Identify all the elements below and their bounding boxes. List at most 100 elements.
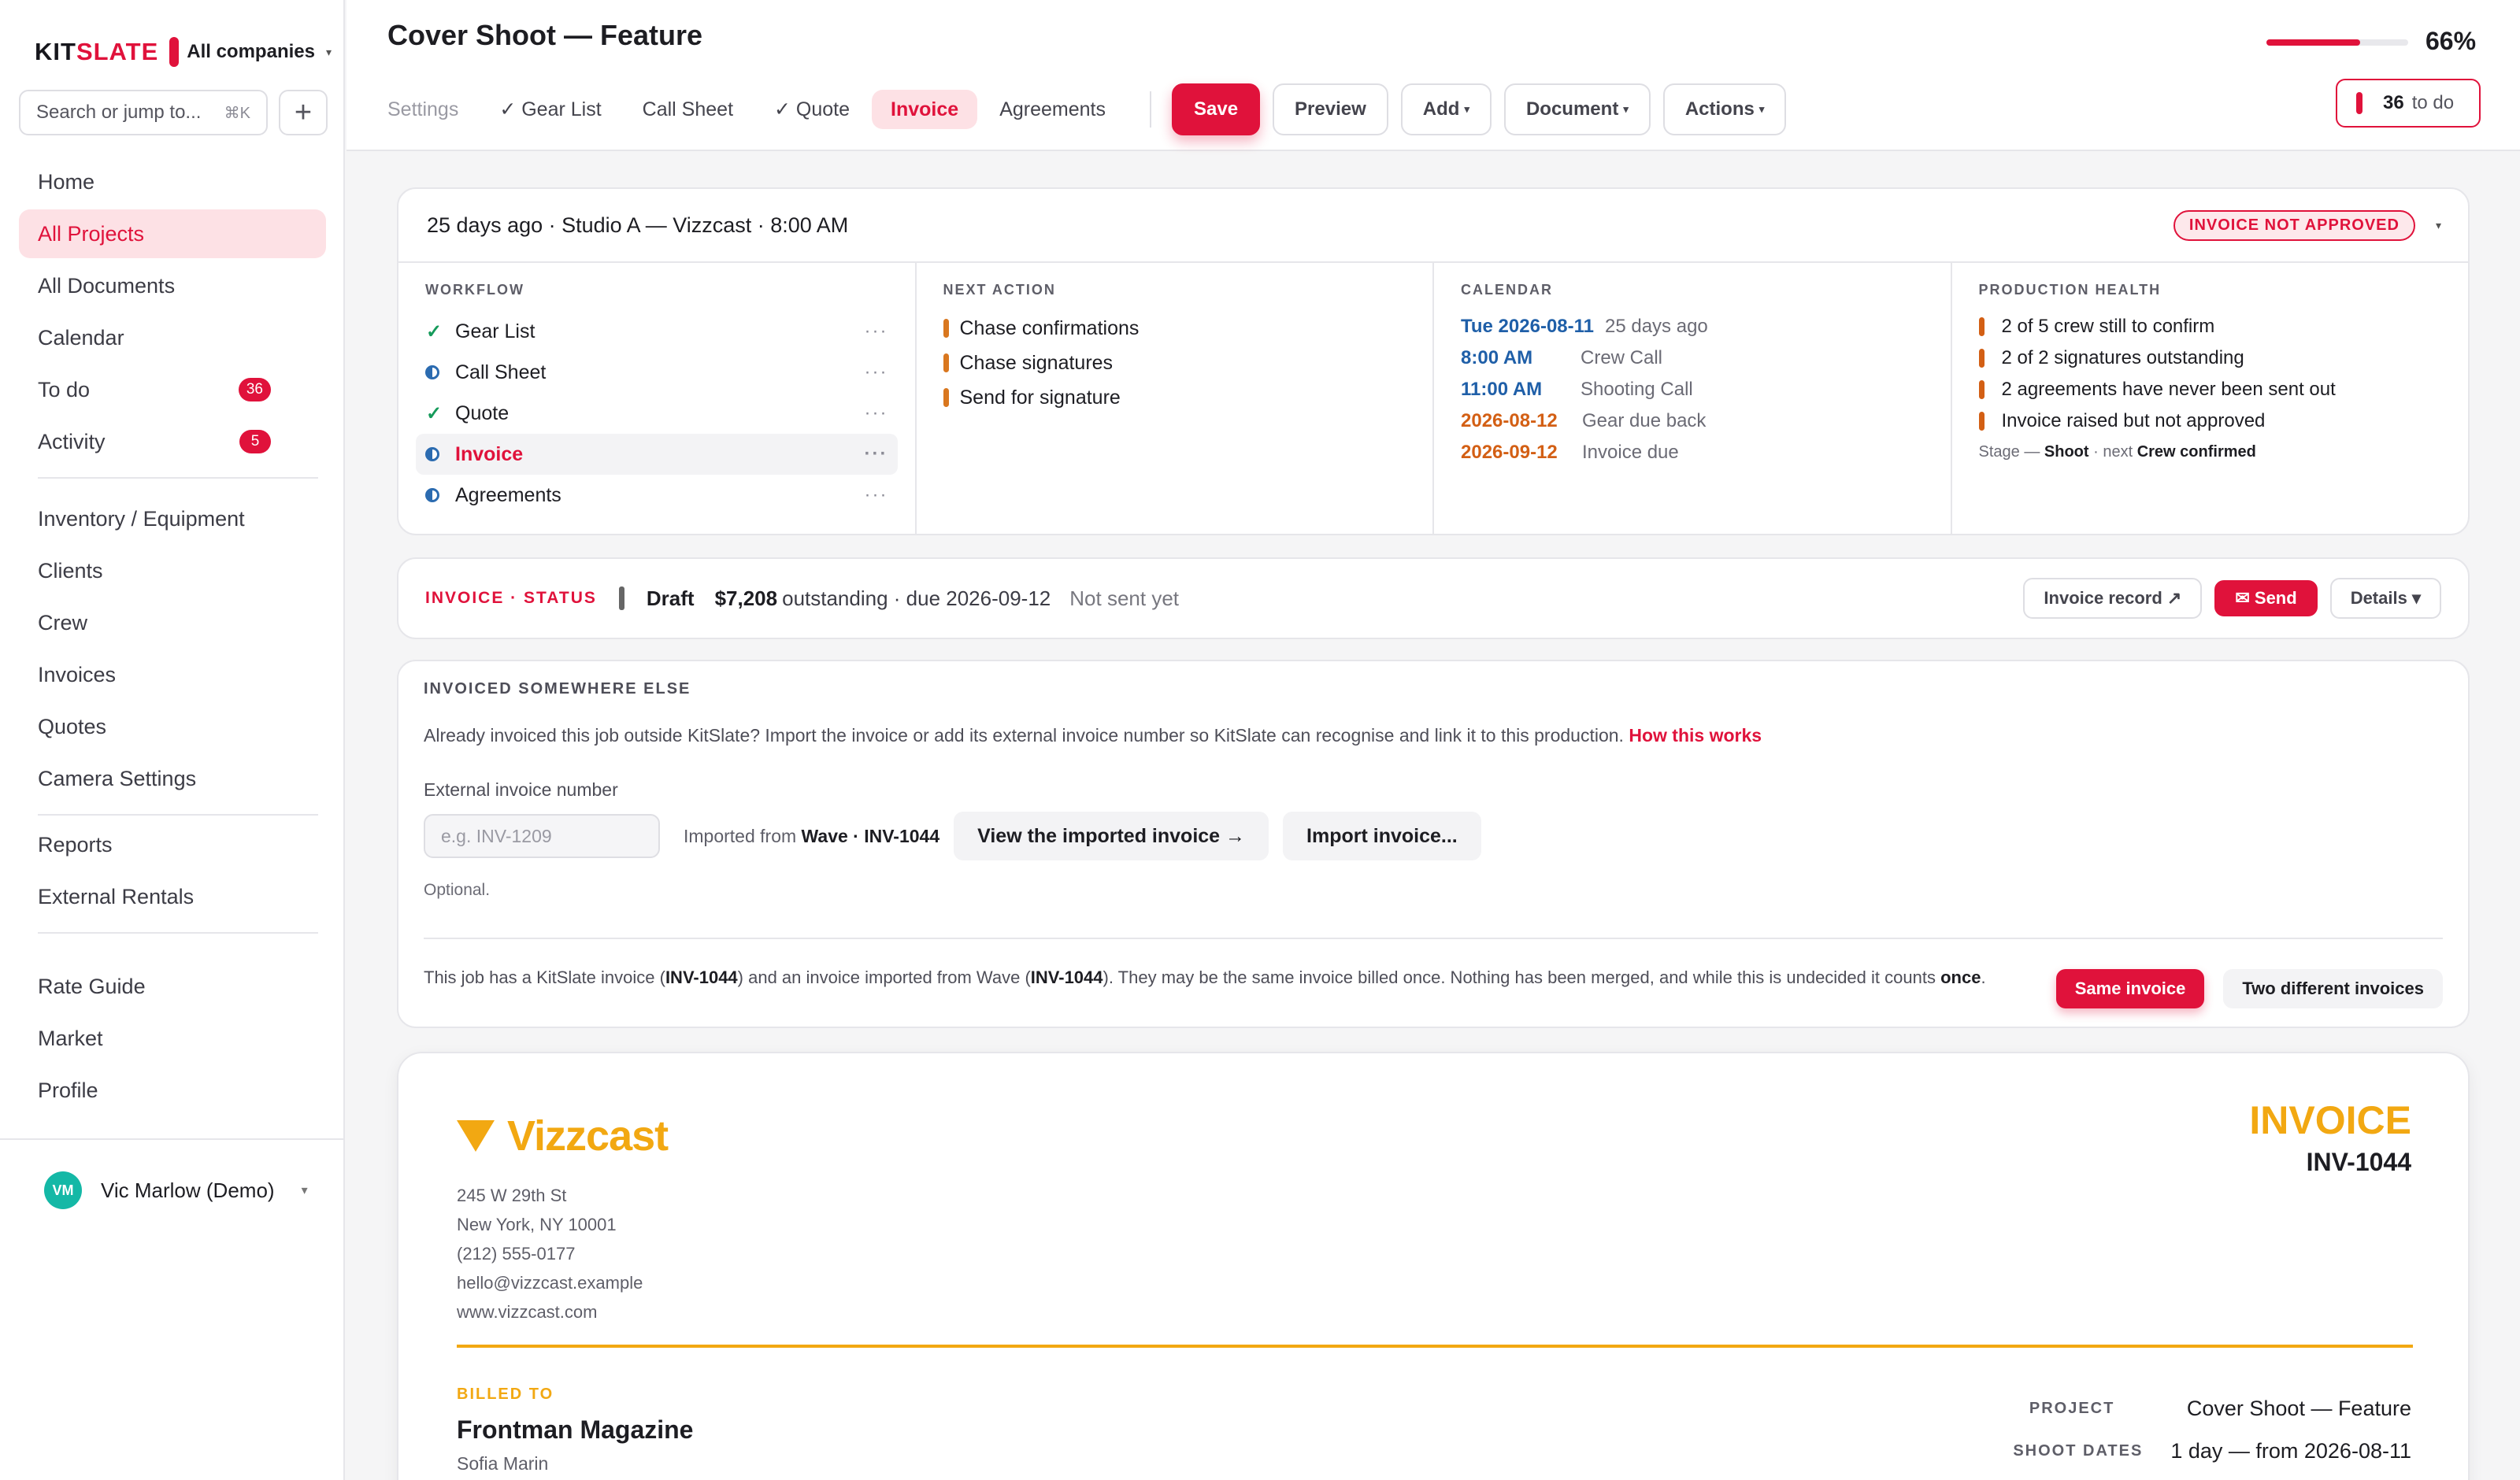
calendar-date: 2026-08-12 bbox=[1461, 410, 1558, 431]
warning-marker bbox=[1978, 317, 1984, 336]
duplicate-notice-text: This job has a KitSlate invoice (INV-104… bbox=[424, 968, 1986, 987]
todo-count: 36 bbox=[2383, 92, 2404, 113]
tab-call-sheet[interactable]: Call Sheet bbox=[624, 90, 752, 129]
invoice-sent-status: Not sent yet bbox=[1069, 586, 1179, 610]
save-button[interactable]: Save bbox=[1171, 83, 1261, 135]
more-icon[interactable]: ··· bbox=[865, 320, 888, 342]
create-button[interactable]: + bbox=[279, 90, 328, 135]
more-icon[interactable]: ··· bbox=[865, 484, 888, 506]
user-menu[interactable]: VM Vic Marlow (Demo) ▾ bbox=[0, 1138, 345, 1241]
preview-button[interactable]: Preview bbox=[1273, 83, 1388, 135]
add-menu-button[interactable]: Add ▾ bbox=[1400, 83, 1492, 135]
workflow-item-invoice[interactable]: Invoice ··· bbox=[416, 434, 898, 475]
calendar-event: Gear due back bbox=[1582, 410, 1707, 431]
sidebar-item-label: To do bbox=[38, 377, 91, 401]
sidebar-item-crew[interactable]: Crew bbox=[19, 598, 326, 647]
search-input[interactable]: Search or jump to... ⌘K bbox=[19, 90, 268, 135]
same-invoice-button[interactable]: Same invoice bbox=[2055, 969, 2205, 1008]
calendar-entry: 2026-08-12 Gear due back bbox=[1461, 405, 1924, 437]
sidebar-item-rate-guide[interactable]: Rate Guide bbox=[19, 962, 326, 1011]
more-icon[interactable]: ··· bbox=[865, 361, 888, 383]
workflow-item-gear-list[interactable]: ✓ Gear List ··· bbox=[416, 311, 898, 352]
sidebar-item-label: Quotes bbox=[38, 714, 107, 738]
more-icon[interactable]: ··· bbox=[865, 443, 888, 465]
external-invoice-number-label: External invoice number bbox=[424, 779, 618, 800]
tab-invoice[interactable]: Invoice bbox=[872, 90, 978, 129]
sidebar-item-inventory-equipment[interactable]: Inventory / Equipment bbox=[19, 494, 326, 543]
count-badge: 36 bbox=[238, 378, 271, 401]
workflow-item-label: Agreements bbox=[455, 483, 561, 506]
how-this-works-link[interactable]: How this works bbox=[1629, 725, 1762, 746]
project-tabs: Settings ✓ Gear List Call Sheet ✓ Quote Invo… bbox=[387, 83, 1799, 135]
sidebar-item-market[interactable]: Market bbox=[19, 1014, 326, 1063]
sidebar-item-reports[interactable]: Reports bbox=[19, 820, 326, 869]
company-switcher[interactable]: KITSLATE All companies ▾ bbox=[35, 35, 332, 69]
search-row: Search or jump to... ⌘K + bbox=[19, 90, 328, 135]
sidebar-item-all-documents[interactable]: All Documents bbox=[19, 261, 326, 310]
add-menu-label: Add bbox=[1422, 98, 1460, 120]
sidebar-item-calendar[interactable]: Calendar bbox=[19, 313, 326, 362]
completion-progress-fill bbox=[2266, 39, 2360, 46]
calendar-title: CALENDAR bbox=[1461, 282, 1553, 298]
half-circle-icon bbox=[425, 488, 439, 502]
warning-marker bbox=[943, 319, 949, 338]
invoice-record-button[interactable]: Invoice record ↗ bbox=[2023, 578, 2203, 619]
next-action-item[interactable]: Chase confirmations bbox=[943, 311, 1406, 346]
sidebar-item-camera-settings[interactable]: Camera Settings bbox=[19, 754, 326, 803]
next-action-item[interactable]: Send for signature bbox=[943, 380, 1406, 415]
sidebar-item-all-projects[interactable]: All Projects bbox=[19, 209, 326, 258]
send-invoice-button[interactable]: ✉ Send bbox=[2214, 580, 2318, 616]
health-item: 2 of 5 crew still to confirm bbox=[1978, 311, 2442, 342]
sidebar-item-label: Inventory / Equipment bbox=[38, 506, 245, 531]
shoot-dates-value: 1 day — from 2026-08-11 bbox=[2170, 1439, 2411, 1463]
triangle-logo-icon bbox=[457, 1120, 495, 1152]
sidebar-item-activity[interactable]: Activity 5 bbox=[19, 417, 326, 466]
chevron-down-icon: ▾ bbox=[1758, 103, 1765, 115]
client-name: Frontman Magazine bbox=[457, 1415, 694, 1444]
calendar-entry: 11:00 AM Shooting Call bbox=[1461, 374, 1924, 405]
workflow-item-call-sheet[interactable]: Call Sheet ··· bbox=[416, 352, 898, 393]
invoice-details-button[interactable]: Details ▾ bbox=[2329, 578, 2441, 619]
tab-gear-list[interactable]: ✓ Gear List bbox=[480, 90, 620, 129]
plus-icon: + bbox=[294, 95, 313, 129]
sidebar-item-external-rentals[interactable]: External Rentals bbox=[19, 872, 326, 921]
todo-button[interactable]: 36 to do bbox=[2336, 79, 2481, 128]
address-line: (212) 555-0177 bbox=[457, 1244, 576, 1264]
next-action-column: NEXT ACTION Chase confirmations Chase sig… bbox=[917, 263, 1434, 534]
calendar-event: Invoice due bbox=[1582, 442, 1679, 463]
vendor-address: 245 W 29th St New York, NY 10001 (212) 555… bbox=[457, 1181, 643, 1326]
external-invoice-number-input[interactable]: e.g. INV-1209 bbox=[424, 814, 660, 858]
view-imported-invoice-button[interactable]: View the imported invoice → bbox=[954, 812, 1269, 860]
next-action-item[interactable]: Chase signatures bbox=[943, 346, 1406, 380]
sidebar-item-quotes[interactable]: Quotes bbox=[19, 702, 326, 751]
actions-menu-label: Actions bbox=[1684, 98, 1755, 120]
import-invoice-button[interactable]: Import invoice... bbox=[1283, 812, 1481, 860]
sidebar-item-home[interactable]: Home bbox=[19, 157, 326, 206]
calendar-date: Tue 2026-08-11 bbox=[1461, 316, 1594, 337]
sidebar-item-label: All Documents bbox=[38, 273, 176, 298]
more-icon[interactable]: ··· bbox=[865, 402, 888, 424]
status-marker bbox=[618, 586, 624, 610]
tab-quote[interactable]: ✓ Quote bbox=[755, 90, 869, 129]
two-different-invoices-button[interactable]: Two different invoices bbox=[2223, 969, 2443, 1008]
sidebar-item-to-do[interactable]: To do 36 bbox=[19, 365, 326, 414]
chevron-down-icon[interactable]: ▾ bbox=[2436, 219, 2441, 232]
sidebar-item-profile[interactable]: Profile bbox=[19, 1066, 326, 1115]
sidebar-item-label: Activity bbox=[38, 429, 106, 453]
sidebar-item-clients[interactable]: Clients bbox=[19, 546, 326, 595]
sidebar-item-label: Camera Settings bbox=[38, 766, 197, 790]
document-menu-button[interactable]: Document ▾ bbox=[1503, 83, 1651, 135]
workflow-item-label: Gear List bbox=[455, 320, 536, 342]
actions-menu-button[interactable]: Actions ▾ bbox=[1662, 83, 1787, 135]
vizzcast-logo: Vizzcast bbox=[457, 1112, 669, 1160]
workflow-item-label: Invoice bbox=[455, 442, 524, 465]
workflow-item-quote[interactable]: ✓ Quote ··· bbox=[416, 393, 898, 434]
next-action-label: Send for signature bbox=[959, 386, 1121, 409]
calendar-date: 8:00 AM bbox=[1461, 347, 1533, 368]
calendar-entry: 8:00 AM Crew Call bbox=[1461, 342, 1924, 374]
project-row: PROJECT Cover Shoot — Feature bbox=[2029, 1397, 2411, 1421]
sidebar-item-invoices[interactable]: Invoices bbox=[19, 650, 326, 699]
tab-settings[interactable]: Settings bbox=[387, 90, 477, 129]
workflow-item-agreements[interactable]: Agreements ··· bbox=[416, 475, 898, 516]
tab-agreements[interactable]: Agreements bbox=[980, 90, 1125, 129]
